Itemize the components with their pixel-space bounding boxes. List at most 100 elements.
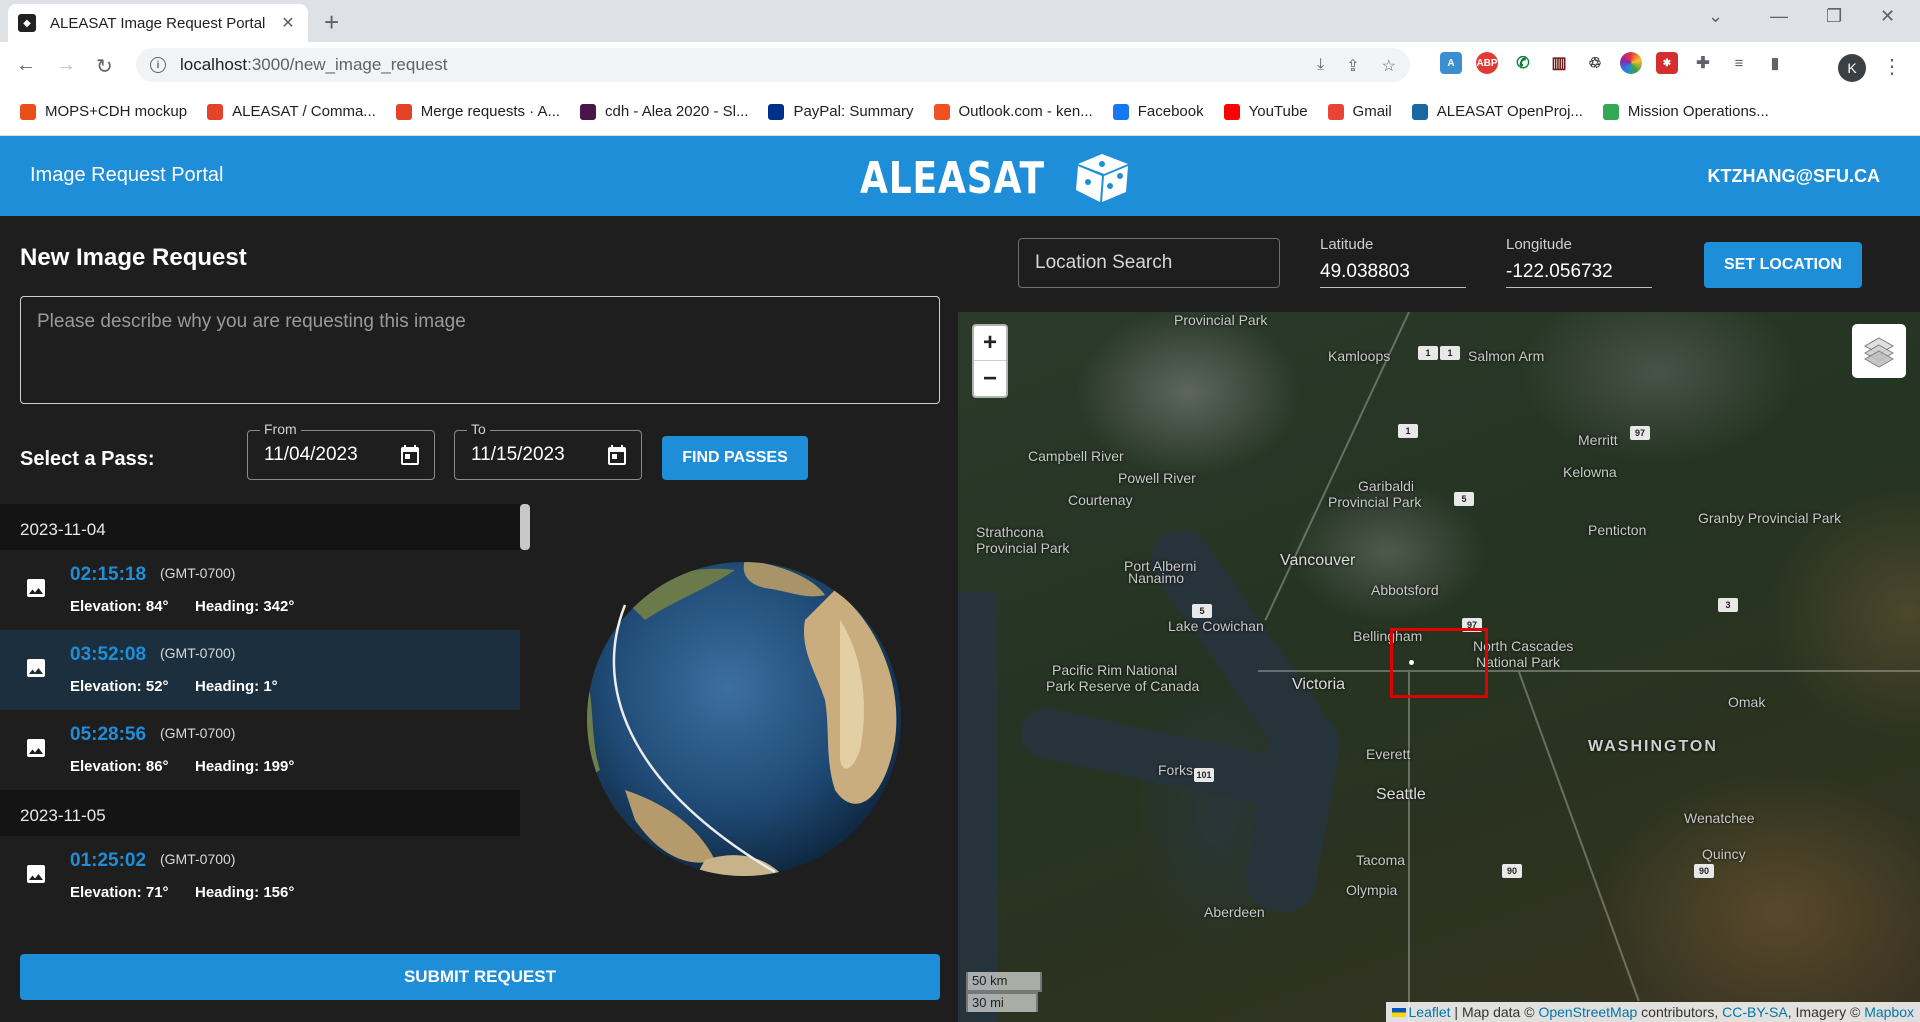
highway-shield-icon: 97 <box>1630 426 1650 440</box>
map-place-label: Nanaimo <box>1128 570 1185 586</box>
bookmark-item[interactable]: ALEASAT / Comma... <box>207 103 376 120</box>
bookmark-label: YouTube <box>1248 103 1308 120</box>
site-info-icon[interactable]: i <box>150 57 166 73</box>
longitude-field[interactable]: Longitude -122.056732 <box>1506 236 1652 288</box>
bookmark-item[interactable]: PayPal: Summary <box>768 103 914 120</box>
bookmark-favicon-icon <box>1327 103 1344 120</box>
bookmark-label: Outlook.com - ken... <box>958 103 1093 120</box>
longitude-value[interactable]: -122.056732 <box>1506 261 1652 283</box>
color-picker-extension-icon[interactable] <box>1620 52 1642 74</box>
pass-time: 01:25:02 <box>70 850 147 871</box>
pass-list-item[interactable]: 05:28:56 (GMT-0700) Elevation: 86° Heading:… <box>0 710 520 790</box>
forward-arrow-icon[interactable]: → <box>56 54 76 77</box>
tab-title: ALEASAT Image Request Portal <box>50 14 266 32</box>
bookmark-item[interactable]: MOPS+CDH mockup <box>20 103 187 120</box>
bookmark-item[interactable]: Merge requests · A... <box>395 103 560 120</box>
satellite-map[interactable]: Provincial Park Kamloops Salmon Arm Campbel… <box>958 312 1920 1022</box>
submit-request-button[interactable]: SUBMIT REQUEST <box>20 954 940 1000</box>
highway-shield-icon: 1 <box>1418 346 1438 360</box>
bug-extension-icon[interactable]: ✱ <box>1656 52 1678 74</box>
profile-avatar[interactable]: K <box>1838 54 1866 82</box>
close-window-icon[interactable]: ✕ <box>1880 6 1895 27</box>
bookmark-label: ALEASAT OpenProj... <box>1436 103 1583 120</box>
minimize-window-icon[interactable]: — <box>1770 6 1788 27</box>
bookmark-favicon-icon <box>1112 103 1129 120</box>
pass-list-item[interactable]: 01:25:02 (GMT-0700) Elevation: 71° Heading:… <box>0 836 520 916</box>
restore-window-icon[interactable]: ❐ <box>1826 6 1842 27</box>
pass-elevation: Elevation: 86° <box>70 758 169 775</box>
cycle-extension-icon[interactable]: ♲ <box>1584 52 1606 74</box>
bookmark-item[interactable]: Gmail <box>1327 103 1392 120</box>
map-place-label: Merritt <box>1578 432 1618 448</box>
extension-icon[interactable]: A <box>1440 52 1462 74</box>
calendar-icon[interactable] <box>398 443 422 467</box>
bookmark-star-icon[interactable]: ☆ <box>1382 56 1396 76</box>
mapbox-link[interactable]: Mapbox <box>1864 1004 1914 1020</box>
bookmark-item[interactable]: YouTube <box>1223 103 1308 120</box>
share-icon[interactable]: ⇪ <box>1346 56 1359 76</box>
back-arrow-icon[interactable]: ← <box>16 54 36 77</box>
media-control-icon[interactable]: ≡ <box>1728 52 1750 74</box>
map-place-label: Omak <box>1728 694 1766 710</box>
latitude-value[interactable]: 49.038803 <box>1320 261 1466 283</box>
image-icon <box>24 656 48 685</box>
orbit-globe[interactable] <box>585 560 903 878</box>
tab-close-icon[interactable]: ✕ <box>278 13 298 33</box>
layers-icon <box>1863 337 1895 368</box>
audio-extension-icon[interactable]: ▥ <box>1548 52 1570 74</box>
latitude-label: Latitude <box>1320 236 1374 253</box>
user-email[interactable]: KTZHANG@SFU.CA <box>1707 166 1880 187</box>
map-place-label: Forks <box>1158 762 1193 778</box>
pass-list-scrollbar[interactable] <box>520 504 530 550</box>
pass-list[interactable]: 2023-11-04 02:15:18 (GMT-0700) Elevation: 8… <box>0 504 520 936</box>
address-bar[interactable]: i localhost:3000/new_image_request ⤓ ⇪ ☆ <box>136 48 1410 82</box>
bookmark-item[interactable]: ALEASAT OpenProj... <box>1411 103 1583 120</box>
map-place-label: Penticton <box>1588 522 1647 538</box>
license-link[interactable]: CC-BY-SA <box>1722 1004 1788 1020</box>
tab-search-chevron-icon[interactable]: ⌄ <box>1708 6 1723 27</box>
highway-shield-icon: 101 <box>1194 768 1214 782</box>
zoom-out-button[interactable]: − <box>974 361 1006 396</box>
map-place-label: WASHINGTON <box>1588 738 1718 755</box>
extensions-puzzle-icon[interactable]: ✚ <box>1692 52 1714 74</box>
portal-title[interactable]: Image Request Portal <box>30 164 223 187</box>
pass-timezone: (GMT-0700) <box>160 565 236 581</box>
reload-icon[interactable]: ↻ <box>96 54 113 79</box>
map-layers-button[interactable] <box>1852 324 1906 378</box>
bookmark-item[interactable]: Facebook <box>1112 103 1204 120</box>
map-place-label: Granby Provincial Park <box>1698 510 1842 526</box>
leaflet-link[interactable]: Leaflet <box>1409 1004 1451 1020</box>
from-date-field[interactable]: From 11/04/2023 <box>247 421 435 480</box>
map-place-label: Salmon Arm <box>1468 348 1545 364</box>
location-search-input[interactable] <box>1018 238 1280 288</box>
bookmark-item[interactable]: cdh - Alea 2020 - Sl... <box>580 103 748 120</box>
browser-tab[interactable]: ◆ ALEASAT Image Request Portal ✕ <box>8 4 308 42</box>
pass-list-item[interactable]: 02:15:18 (GMT-0700) Elevation: 84° Heading:… <box>0 550 520 630</box>
zoom-in-button[interactable]: + <box>974 326 1006 361</box>
find-passes-button[interactable]: FIND PASSES <box>662 436 808 480</box>
location-marker[interactable] <box>1409 660 1414 665</box>
calendar-icon[interactable] <box>605 443 629 467</box>
bookmark-item[interactable]: Outlook.com - ken... <box>933 103 1093 120</box>
set-location-button[interactable]: SET LOCATION <box>1704 242 1862 288</box>
app-header: Image Request Portal ALEASAT KTZHANG@SFU… <box>0 136 1920 216</box>
dice-logo-icon <box>1075 154 1128 202</box>
pass-list-item[interactable]: 03:52:08 (GMT-0700) Elevation: 52° Heading:… <box>0 630 520 710</box>
selected-area-rectangle[interactable] <box>1390 628 1488 698</box>
phone-extension-icon[interactable]: ✆ <box>1512 52 1534 74</box>
side-panel-icon[interactable]: ▮ <box>1764 52 1786 74</box>
bookmark-item[interactable]: Mission Operations... <box>1602 103 1769 120</box>
pass-elevation: Elevation: 52° <box>70 678 169 695</box>
to-date-value[interactable]: 11/15/2023 <box>471 444 565 466</box>
adblock-extension-icon[interactable]: ABP <box>1476 52 1498 74</box>
to-date-field[interactable]: To 11/15/2023 <box>454 421 642 480</box>
browser-menu-icon[interactable]: ⋮ <box>1882 54 1902 79</box>
map-place-label: Olympia <box>1346 882 1398 898</box>
pass-timezone: (GMT-0700) <box>160 645 236 661</box>
new-tab-button[interactable]: + <box>324 7 339 38</box>
install-app-icon[interactable]: ⤓ <box>1317 56 1324 76</box>
osm-link[interactable]: OpenStreetMap <box>1538 1004 1637 1020</box>
from-date-value[interactable]: 11/04/2023 <box>264 444 358 466</box>
request-description-field[interactable] <box>20 296 940 404</box>
latitude-field[interactable]: Latitude 49.038803 <box>1320 236 1466 288</box>
